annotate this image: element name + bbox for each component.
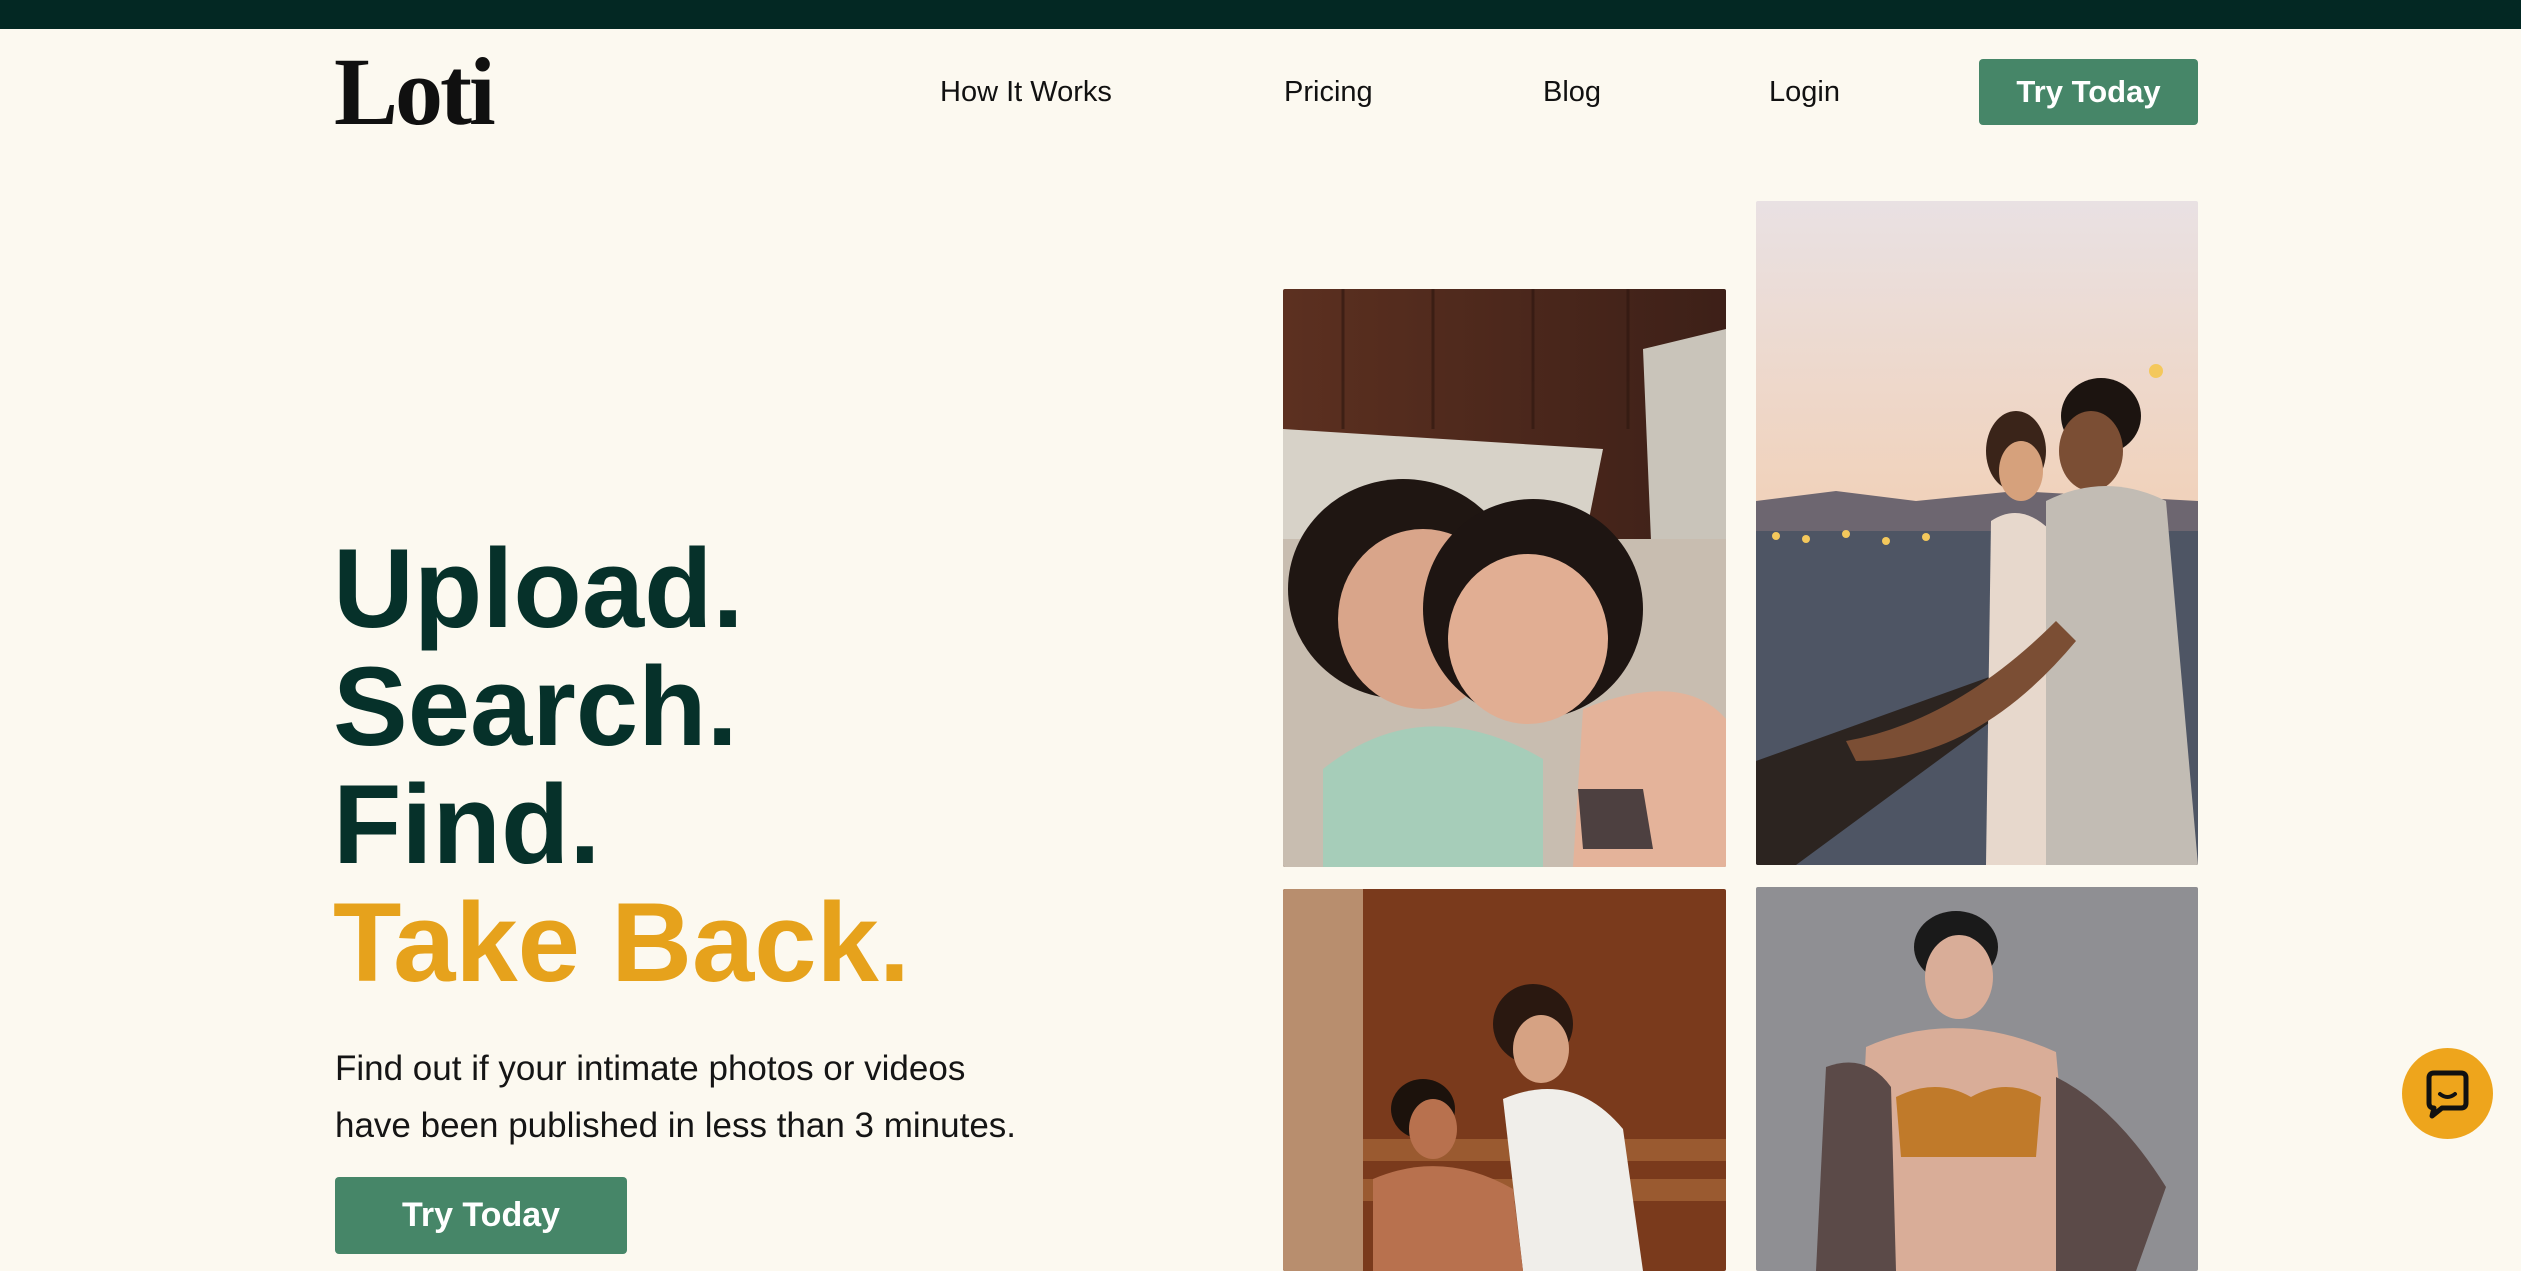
nav-pricing[interactable]: Pricing <box>1284 74 1373 110</box>
hero-try-today-button[interactable]: Try Today <box>335 1177 627 1254</box>
hero-line-take-back: Take Back. <box>333 880 910 1005</box>
photo-couple-in-bed <box>1283 289 1726 867</box>
photo-couple-on-balcony <box>1756 201 2198 865</box>
chat-bubble-icon <box>2426 1070 2469 1119</box>
chat-widget-button[interactable] <box>2402 1048 2493 1139</box>
nav-how-it-works[interactable]: How It Works <box>940 74 1112 110</box>
top-strip <box>0 0 2521 29</box>
hero-line-search: Search. <box>333 644 738 769</box>
hero-subtext-line-1: Find out if your intimate photos or vide… <box>335 1049 966 1088</box>
photo-couple-in-sauna <box>1283 889 1726 1271</box>
logo[interactable]: Loti <box>334 44 496 140</box>
hero-subtext-line-2: have been published in less than 3 minut… <box>335 1106 1017 1145</box>
hero-line-find: Find. <box>333 762 601 887</box>
nav-login[interactable]: Login <box>1769 74 1840 110</box>
photo-woman-portrait <box>1756 887 2198 1271</box>
nav-blog[interactable]: Blog <box>1543 74 1601 110</box>
hero-subtext: Find out if your intimate photos or vide… <box>335 1040 1095 1154</box>
hero-line-upload: Upload. <box>333 526 744 651</box>
header-try-today-button[interactable]: Try Today <box>1979 59 2198 125</box>
